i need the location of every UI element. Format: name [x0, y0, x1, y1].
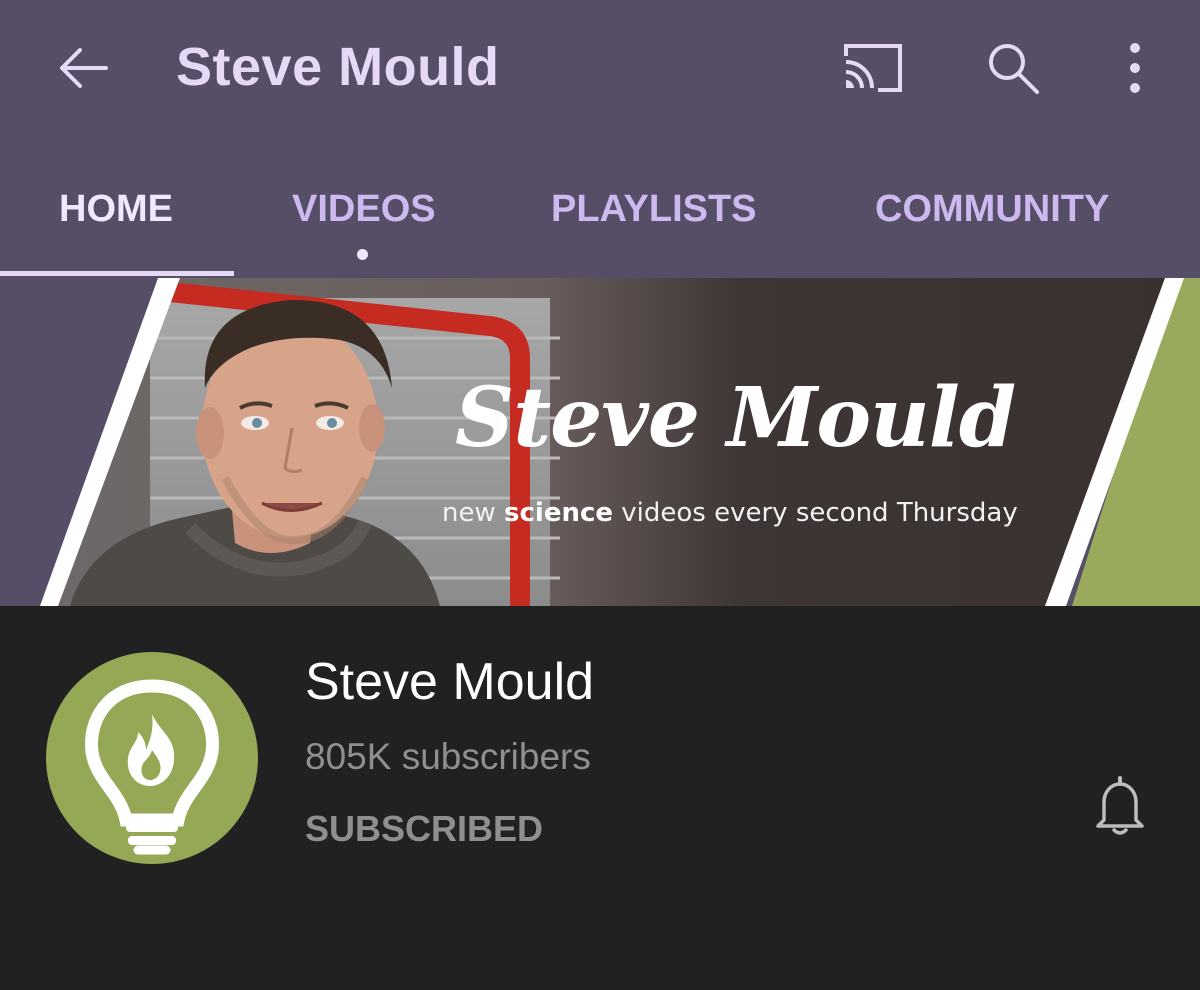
- tagline-suffix: videos every second Thursday: [613, 498, 1018, 528]
- active-tab-indicator: [0, 271, 234, 276]
- subscribed-button[interactable]: SUBSCRIBED: [305, 808, 543, 850]
- channel-banner: Steve Mould new science videos every sec…: [0, 278, 1200, 606]
- banner-title: Steve Mould: [455, 370, 1016, 466]
- bell-icon: [1094, 774, 1146, 843]
- subscriber-count: 805K subscribers: [305, 736, 591, 777]
- more-vert-icon: [1127, 40, 1143, 101]
- search-icon: [985, 40, 1041, 101]
- cast-button[interactable]: [838, 38, 908, 102]
- new-content-dot: [357, 249, 368, 260]
- tagline-highlight: science: [504, 498, 614, 528]
- back-button[interactable]: [50, 40, 114, 100]
- arrow-left-icon: [54, 44, 110, 97]
- app-bar: Steve Mould: [0, 0, 1200, 140]
- tab-videos[interactable]: VIDEOS: [292, 188, 436, 248]
- more-options-button[interactable]: [1100, 38, 1170, 102]
- cast-icon: [842, 42, 904, 99]
- search-button[interactable]: [978, 38, 1048, 102]
- lightbulb-flame-icon: [85, 679, 219, 855]
- tab-home[interactable]: HOME: [59, 188, 173, 248]
- channel-avatar[interactable]: [46, 652, 258, 864]
- app-title: Steve Mould: [176, 37, 500, 97]
- tab-playlists[interactable]: PLAYLISTS: [551, 188, 757, 248]
- banner-tagline: new science videos every second Thursday: [442, 498, 1018, 528]
- tab-community[interactable]: COMMUNITY: [875, 188, 1109, 248]
- notification-bell-button[interactable]: [1088, 772, 1152, 844]
- channel-tabs: HOME VIDEOS PLAYLISTS COMMUNITY: [0, 140, 1200, 278]
- tagline-prefix: new: [442, 498, 505, 528]
- channel-name: Steve Mould: [305, 653, 595, 711]
